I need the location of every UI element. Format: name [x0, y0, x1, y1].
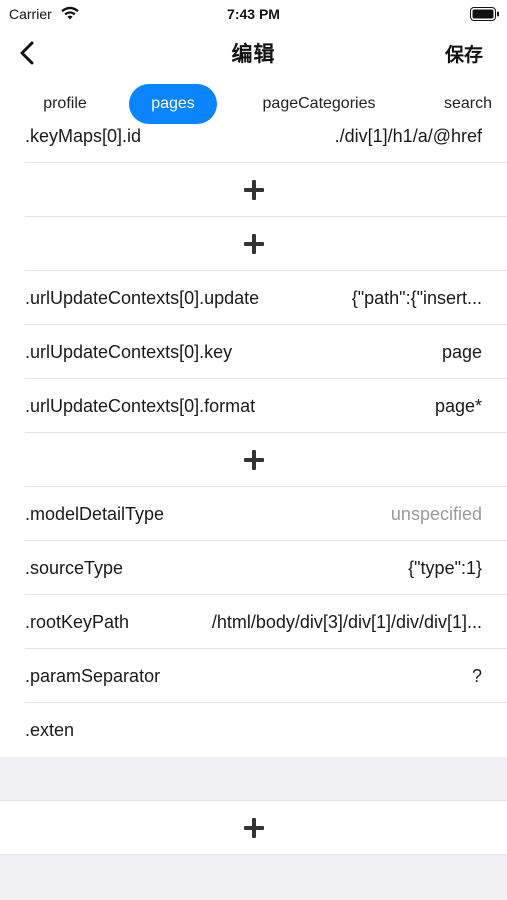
- field-key: .paramSeparator: [25, 666, 161, 686]
- plus-icon: [243, 449, 264, 470]
- field-value: ./div[1]/h1/a/@href: [334, 126, 482, 146]
- status-bar: Carrier 7:43 PM: [0, 0, 507, 28]
- field-key: .urlUpdateContexts[0].key: [25, 342, 233, 362]
- field-value: ?: [471, 666, 482, 686]
- field-key: .sourceType: [25, 558, 124, 578]
- field-row-root-key-path[interactable]: .rootKeyPath /html/body/div[3]/div[1]/di…: [25, 595, 507, 649]
- field-key: .rootKeyPath: [25, 612, 130, 632]
- field-value: page: [441, 342, 482, 362]
- add-row-button[interactable]: [25, 217, 507, 271]
- field-row-url-format[interactable]: .urlUpdateContexts[0].format page*: [25, 379, 507, 433]
- page-title: 编辑: [231, 43, 276, 66]
- save-button[interactable]: 保存: [445, 40, 483, 67]
- field-row-model-detail-type[interactable]: .modelDetailType unspecified: [25, 487, 507, 541]
- section-separator: [0, 757, 507, 801]
- field-value: /html/body/div[3]/div[1]/div/div[1]...: [211, 612, 482, 632]
- field-row-exten[interactable]: .exten: [25, 703, 507, 757]
- field-row-url-update[interactable]: .urlUpdateContexts[0].update {"path":{"i…: [25, 271, 507, 325]
- clock: 7:43 PM: [227, 6, 280, 22]
- field-row-param-separator[interactable]: .paramSeparator ?: [25, 649, 507, 703]
- add-section-button[interactable]: [0, 801, 507, 855]
- field-value-placeholder: unspecified: [390, 504, 482, 524]
- field-value: page*: [434, 396, 482, 416]
- field-row-source-type[interactable]: .sourceType {"type":1}: [25, 541, 507, 595]
- chevron-left-icon: [20, 41, 34, 65]
- field-key: .keyMaps[0].id: [25, 126, 142, 146]
- back-button[interactable]: [12, 36, 42, 70]
- battery-icon: [470, 7, 499, 21]
- field-key: .exten: [25, 720, 75, 740]
- field-key: .urlUpdateContexts[0].format: [25, 396, 256, 416]
- field-row-keymaps-id[interactable]: .keyMaps[0].id ./div[1]/h1/a/@href: [25, 110, 507, 163]
- field-list: .keyMaps[0].id ./div[1]/h1/a/@href .urlU…: [0, 110, 507, 757]
- bottom-background: [0, 855, 507, 900]
- field-row-url-key[interactable]: .urlUpdateContexts[0].key page: [25, 325, 507, 379]
- field-key: .modelDetailType: [25, 504, 165, 524]
- field-value: {"path":{"insert...: [351, 288, 482, 308]
- plus-icon: [243, 233, 264, 254]
- add-row-button[interactable]: [25, 433, 507, 487]
- plus-icon: [243, 817, 264, 838]
- field-value: {"type":1}: [408, 558, 482, 578]
- add-row-button[interactable]: [25, 163, 507, 217]
- plus-icon: [243, 179, 264, 200]
- navigation-bar: 编辑 保存: [0, 28, 507, 78]
- field-key: .urlUpdateContexts[0].update: [25, 288, 260, 308]
